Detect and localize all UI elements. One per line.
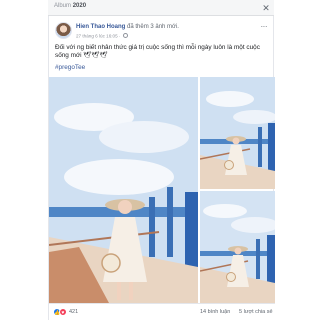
post-timestamp[interactable]: 27 tháng 6 lúc 16:05 · xyxy=(76,34,120,39)
more-options-icon[interactable]: ··· xyxy=(261,23,268,31)
avatar[interactable] xyxy=(55,22,72,39)
album-prefix: Album xyxy=(54,3,72,9)
share-count-link[interactable]: 5 lượt chia sẻ xyxy=(239,309,273,315)
comment-count-link[interactable]: 14 bình luận xyxy=(200,309,230,315)
post-photo-side-1[interactable] xyxy=(200,77,275,189)
post-author-line: Hien Thao Hoang đã thêm 3 ảnh mới. xyxy=(76,24,179,30)
post-photo-side-2[interactable] xyxy=(200,191,275,303)
album-header: Album 2020 ✕ xyxy=(48,0,274,16)
post-viewer: Album 2020 ✕ Hien Thao Hoang đã thêm 3 ả… xyxy=(0,0,320,320)
post-card: Hien Thao Hoang đã thêm 3 ảnh mới. 27 th… xyxy=(48,16,275,320)
author-name-link[interactable]: Hien Thao Hoang xyxy=(76,24,125,30)
hashtag-link[interactable]: #pregoTee xyxy=(55,64,85,71)
post-caption: Đối với ng biết nhân thức giá trị cuộc s… xyxy=(55,44,260,60)
reaction-count[interactable]: 421 xyxy=(69,309,78,315)
post-photo-main[interactable] xyxy=(49,77,198,303)
post-footer: 👍 ♥ 421 14 bình luận 5 lượt chia sẻ xyxy=(49,303,275,320)
album-label[interactable]: Album 2020 xyxy=(54,3,86,9)
close-icon[interactable]: ✕ xyxy=(261,3,271,13)
photo-side-1-image xyxy=(200,77,275,189)
photo-main-image xyxy=(49,77,198,303)
album-year: 2020 xyxy=(72,3,87,9)
photo-side-2-image xyxy=(200,191,275,303)
post-meta: 27 tháng 6 lúc 16:05 · xyxy=(76,33,128,39)
author-action: đã thêm 3 ảnh mới. xyxy=(127,24,179,30)
love-reaction-icon[interactable]: ♥ xyxy=(59,308,67,316)
globe-icon xyxy=(122,33,128,38)
